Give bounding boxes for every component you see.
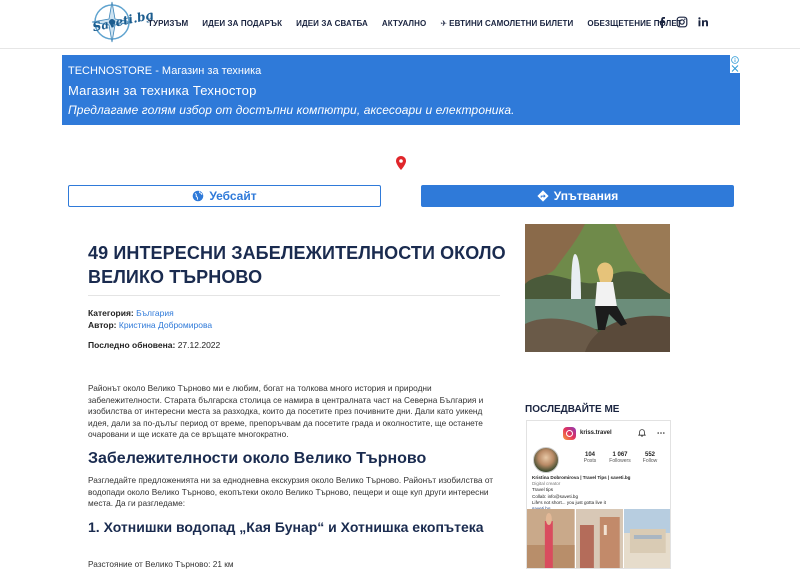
instagram-bio: Kristina Dobromirova | Travel Tips | sav…: [532, 475, 667, 512]
stat-posts-label: Posts: [583, 458, 597, 464]
plane-icon: ✈: [440, 19, 448, 28]
author-label: Автор:: [88, 320, 117, 330]
sidebar-waterfall-photo[interactable]: [525, 224, 670, 352]
stat-followers: 1 067 Followers: [605, 452, 635, 464]
directions-button[interactable]: Упътвания: [421, 185, 734, 207]
more-options-icon[interactable]: [657, 429, 665, 437]
nav-item-news[interactable]: АКТУАЛНО: [382, 19, 426, 28]
follow-me-heading: ПОСЛЕДВАЙТЕ МЕ: [525, 404, 620, 415]
ad-headline[interactable]: Магазин за техника Техностор: [68, 83, 257, 98]
instagram-handle[interactable]: kriss.travel: [580, 430, 612, 436]
section-heading: Забележителности около Велико Търново: [88, 450, 427, 467]
website-button[interactable]: Уебсайт: [68, 185, 381, 207]
stat-following-label: Follow: [642, 458, 658, 464]
map-pin-icon: [396, 156, 406, 170]
stat-posts: 104 Posts: [575, 452, 605, 464]
nav-item-gift-ideas[interactable]: ИДЕИ ЗА ПОДАРЪК: [202, 19, 282, 28]
article-intro: Районът около Велико Търново ми е любим,…: [88, 383, 484, 439]
instagram-logo-icon: [563, 427, 576, 440]
ad-info-icon: [731, 56, 739, 64]
nav-item-tourism[interactable]: ТУРИЗЪМ: [148, 19, 188, 28]
ad-banner[interactable]: TECHNOSTORE - Магазин за техника Магазин…: [62, 55, 740, 125]
ad-store-name[interactable]: TECHNOSTORE - Магазин за техника: [68, 65, 261, 77]
linkedin-icon[interactable]: [697, 16, 709, 28]
ad-description: Предлагаме голям избор от достъпни компю…: [68, 103, 515, 117]
category-label: Категория:: [88, 308, 134, 318]
section-text: Разгледайте предложенията ни за едноднев…: [88, 475, 494, 508]
instagram-post-thumb[interactable]: [575, 509, 624, 569]
article-author-line: Автор: Кристина Добромирова: [88, 320, 212, 330]
instagram-post-thumb[interactable]: [527, 509, 575, 569]
author-link[interactable]: Кристина Добромирова: [119, 320, 212, 330]
website-button-label: Уебсайт: [209, 189, 257, 203]
site-header: Saveti.bg ТУРИЗЪМ ИДЕИ ЗА ПОДАРЪК ИДЕИ З…: [0, 0, 800, 49]
directions-button-label: Упътвания: [553, 189, 619, 203]
facebook-icon[interactable]: [656, 16, 668, 28]
category-link[interactable]: България: [136, 308, 174, 318]
instagram-post-grid: [527, 509, 671, 569]
main-nav: ТУРИЗЪМ ИДЕИ ЗА ПОДАРЪК ИДЕИ ЗА СВАТБА А…: [148, 19, 696, 28]
instagram-icon[interactable]: [676, 16, 688, 28]
item-heading: 1. Хотнишки водопад „Кая Бунар“ и Хотниш…: [88, 519, 484, 535]
globe-icon: [193, 190, 204, 202]
article-title: 49 ИНТЕРЕСНИ ЗАБЕЛЕЖИТЕЛНОСТИ ОКОЛО ВЕЛИ…: [88, 243, 506, 287]
instagram-widget[interactable]: kriss.travel 104 Posts 1 067 Followers 5…: [526, 420, 671, 569]
instagram-post-thumb[interactable]: [624, 509, 671, 569]
bell-icon[interactable]: [638, 429, 646, 437]
stat-following: 552 Follow: [635, 452, 665, 464]
article-category-line: Категория: България: [88, 308, 174, 318]
updated-date: 27.12.2022: [177, 340, 221, 350]
ad-close-icon: [731, 65, 739, 72]
directions-icon: [537, 190, 549, 202]
updated-label: Последно обновена:: [88, 340, 176, 350]
instagram-avatar[interactable]: [533, 447, 559, 473]
nav-item-cheap-flights[interactable]: ✈ ЕВТИНИ САМОЛЕТНИ БИЛЕТИ: [440, 19, 573, 28]
stat-followers-label: Followers: [609, 458, 631, 464]
title-divider: [88, 295, 500, 296]
nav-item-cheap-flights-label: ЕВТИНИ САМОЛЕТНИ БИЛЕТИ: [449, 19, 574, 28]
item-distance: Разстояние от Велико Търново: 21 км: [88, 559, 234, 569]
ad-choices-corner[interactable]: [730, 55, 740, 73]
nav-item-wedding-ideas[interactable]: ИДЕИ ЗА СВАТБА: [296, 19, 368, 28]
article-updated-line: Последно обновена: 27.12.2022: [88, 340, 220, 350]
